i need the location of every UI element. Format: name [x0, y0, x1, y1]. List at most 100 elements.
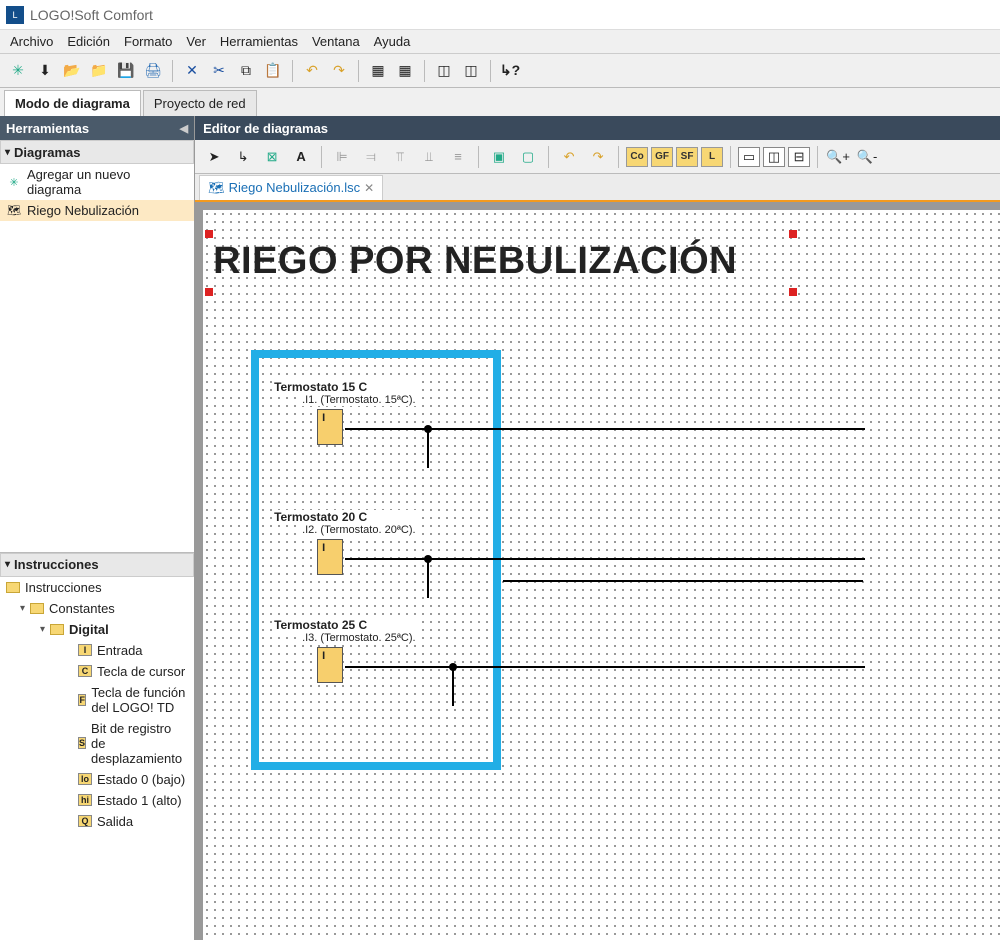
menu-ayuda[interactable]: Ayuda: [368, 32, 417, 51]
selection-handle[interactable]: [789, 288, 797, 296]
menu-herramientas[interactable]: Herramientas: [214, 32, 304, 51]
open-icon[interactable]: 📂: [60, 59, 84, 83]
tree-toggle-icon[interactable]: ▾: [20, 603, 25, 614]
tab-proyecto-red[interactable]: Proyecto de red: [143, 90, 257, 116]
diagrams-section-title: Diagramas: [14, 145, 80, 160]
block-body[interactable]: I: [317, 409, 343, 445]
pane-single-icon[interactable]: ▭: [738, 147, 760, 167]
file-tab[interactable]: 🗺 Riego Nebulización.lsc ✕: [199, 175, 383, 200]
transfer-down-icon[interactable]: ▦: [366, 59, 390, 83]
wire: [345, 558, 865, 560]
pane-split-h-icon[interactable]: ◫: [763, 147, 785, 167]
menu-ventana[interactable]: Ventana: [306, 32, 366, 51]
send-back-icon[interactable]: ▢: [515, 144, 541, 170]
window2-icon[interactable]: ◫: [459, 59, 483, 83]
wire: [427, 428, 429, 468]
menu-archivo[interactable]: Archivo: [4, 32, 59, 51]
tree-digital[interactable]: ▾ Digital: [0, 619, 194, 640]
connect-tool-icon[interactable]: ↳: [230, 144, 256, 170]
block-termostato-15[interactable]: Termostato 15 C .I1. (Termostato. 15ªC).…: [273, 380, 417, 445]
tree-constantes[interactable]: ▾ Constantes: [0, 598, 194, 619]
block-termostato-25[interactable]: Termostato 25 C .I3. (Termostato. 25ªC).…: [273, 618, 417, 683]
tree-item-estado0[interactable]: lo Estado 0 (bajo): [0, 769, 194, 790]
collapse-icon[interactable]: ◀: [180, 122, 188, 135]
block-icon: S: [78, 737, 86, 749]
block-icon: F: [78, 694, 86, 706]
toolbar-separator: [172, 60, 173, 82]
instructions-section-title: Instrucciones: [14, 557, 99, 572]
align-top-icon[interactable]: ⫪: [387, 144, 413, 170]
selection-handle[interactable]: [205, 230, 213, 238]
align-bottom-icon[interactable]: ⫫: [416, 144, 442, 170]
tree-item-entrada[interactable]: I Entrada: [0, 640, 194, 661]
distribute-icon[interactable]: ≡: [445, 144, 471, 170]
toolbar-separator: [618, 146, 619, 168]
tab-modo-diagrama[interactable]: Modo de diagrama: [4, 90, 141, 116]
selection-handle[interactable]: [205, 288, 213, 296]
block-icon: C: [78, 665, 92, 677]
diagram-item-riego[interactable]: 🗺 Riego Nebulización: [0, 200, 194, 221]
undo2-icon[interactable]: ↶: [556, 144, 582, 170]
new-icon[interactable]: ✳: [6, 59, 30, 83]
add-diagram-label: Agregar un nuevo diagrama: [27, 167, 188, 197]
l-button[interactable]: L: [701, 147, 723, 167]
redo2-icon[interactable]: ↷: [585, 144, 611, 170]
menu-formato[interactable]: Formato: [118, 32, 178, 51]
instructions-section-header[interactable]: ▾ Instrucciones: [0, 553, 194, 577]
download-icon[interactable]: ⬇: [33, 59, 57, 83]
copy-icon[interactable]: ⧉: [234, 59, 258, 83]
sf-button[interactable]: SF: [676, 147, 698, 167]
paste-icon[interactable]: 📋: [261, 59, 285, 83]
pointer-tool-icon[interactable]: ➤: [201, 144, 227, 170]
redo-icon[interactable]: ↷: [327, 59, 351, 83]
menu-ver[interactable]: Ver: [180, 32, 212, 51]
save-icon[interactable]: 💾: [114, 59, 138, 83]
co-button[interactable]: Co: [626, 147, 648, 167]
tree-item-salida[interactable]: Q Salida: [0, 811, 194, 832]
menu-edicion[interactable]: Edición: [61, 32, 116, 51]
print-icon[interactable]: 🖨: [141, 59, 165, 83]
instructions-tree-area[interactable]: Instrucciones ▾ Constantes ▾ Digital I E…: [0, 577, 194, 940]
help-icon[interactable]: ↳?: [498, 59, 522, 83]
tree-item-cursor[interactable]: C Tecla de cursor: [0, 661, 194, 682]
undo-icon[interactable]: ↶: [300, 59, 324, 83]
zoom-out-icon[interactable]: 🔍-: [854, 144, 880, 170]
diagram-canvas[interactable]: RIEGO POR NEBULIZACIÓN Termostato 15 C .…: [203, 210, 1000, 940]
tree-toggle-icon[interactable]: ▾: [40, 624, 45, 635]
cut-icon[interactable]: ✂: [207, 59, 231, 83]
left-panel: Herramientas ◀ ▾ Diagramas ✳ Agregar un …: [0, 116, 195, 940]
tree-root-instrucciones[interactable]: Instrucciones: [0, 577, 194, 598]
file-tab-label: Riego Nebulización.lsc: [229, 180, 361, 195]
toolbar-separator: [358, 60, 359, 82]
close-icon[interactable]: ✕: [364, 181, 374, 195]
zoom-in-icon[interactable]: 🔍+: [825, 144, 851, 170]
block-body[interactable]: I: [317, 647, 343, 683]
close-file-icon[interactable]: 📁: [87, 59, 111, 83]
tree-item-estado1[interactable]: hi Estado 1 (alto): [0, 790, 194, 811]
tree-digital-label: Digital: [69, 622, 109, 637]
toolbar-separator: [321, 146, 322, 168]
text-tool-icon[interactable]: A: [288, 144, 314, 170]
tree-item-bitregistro[interactable]: S Bit de registro de desplazamiento: [0, 718, 194, 769]
transfer-up-icon[interactable]: ▦: [393, 59, 417, 83]
diagrams-section-header[interactable]: ▾ Diagramas: [0, 140, 194, 164]
diagram-heading[interactable]: RIEGO POR NEBULIZACIÓN: [213, 240, 737, 283]
diagram-canvas-wrap[interactable]: RIEGO POR NEBULIZACIÓN Termostato 15 C .…: [195, 202, 1000, 940]
chevron-down-icon: ▾: [5, 559, 10, 570]
folder-icon: [30, 603, 44, 614]
pane-split-v-icon[interactable]: ⊟: [788, 147, 810, 167]
add-diagram-icon: ✳: [6, 175, 22, 189]
window1-icon[interactable]: ◫: [432, 59, 456, 83]
align-right-icon[interactable]: ⫤: [358, 144, 384, 170]
add-diagram-item[interactable]: ✳ Agregar un nuevo diagrama: [0, 164, 194, 200]
tree-item-funcion[interactable]: F Tecla de función del LOGO! TD: [0, 682, 194, 718]
block-body[interactable]: I: [317, 539, 343, 575]
align-left-icon[interactable]: ⊫: [329, 144, 355, 170]
selection-handle[interactable]: [789, 230, 797, 238]
delete-icon[interactable]: ✕: [180, 59, 204, 83]
link-tool-icon[interactable]: ⊠: [259, 144, 285, 170]
tree-root-label: Instrucciones: [25, 580, 102, 595]
bring-front-icon[interactable]: ▣: [486, 144, 512, 170]
gf-button[interactable]: GF: [651, 147, 673, 167]
block-termostato-20[interactable]: Termostato 20 C .I2. (Termostato. 20ªC).…: [273, 510, 417, 575]
